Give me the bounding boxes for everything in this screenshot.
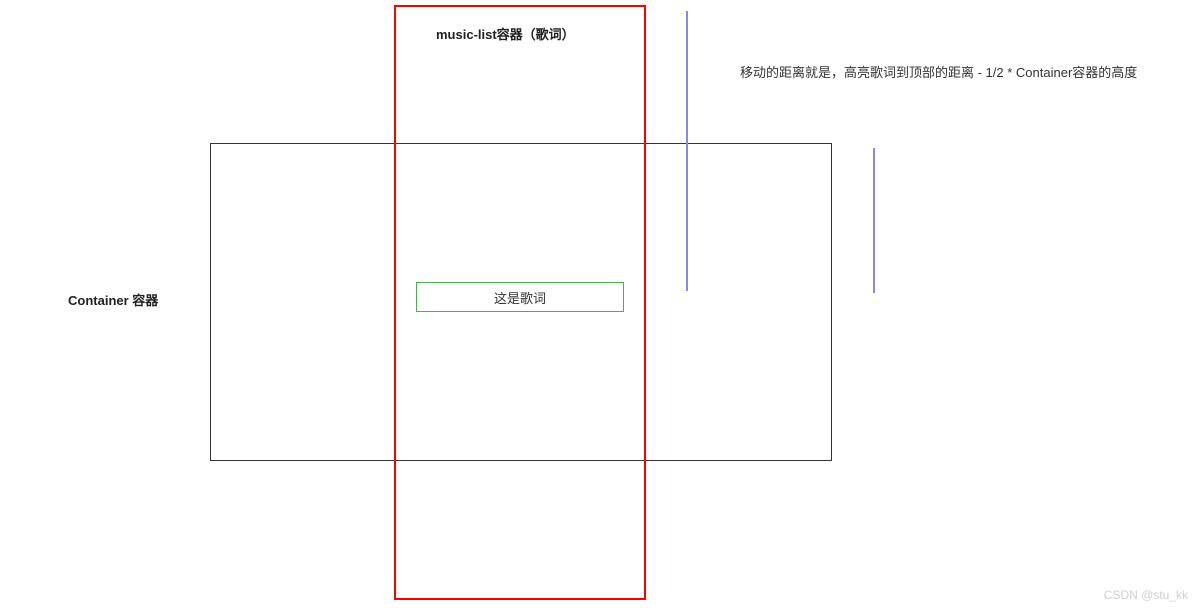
lyric-box: 这是歌词: [416, 282, 624, 312]
annotation-text: 移动的距离就是，高亮歌词到顶部的距离 - 1/2 * Container容器的高…: [740, 62, 1137, 81]
watermark: CSDN @stu_kk: [1104, 588, 1188, 602]
music-list-label: music-list容器（歌词）: [436, 24, 575, 43]
container-label: Container 容器: [68, 290, 158, 309]
marker-line-short: [873, 148, 875, 293]
marker-line-long: [686, 11, 688, 291]
lyric-text: 这是歌词: [494, 288, 546, 307]
